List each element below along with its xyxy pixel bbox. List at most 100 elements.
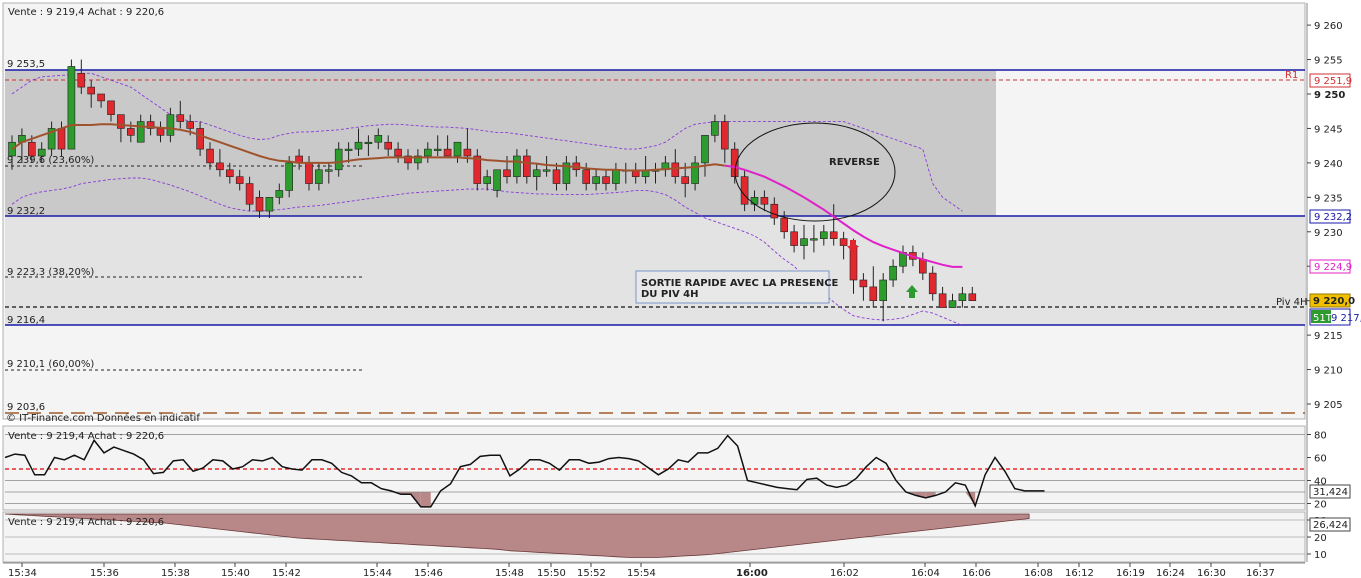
ma-price: 9 224,9	[1314, 262, 1352, 273]
candle-body	[958, 293, 967, 301]
lower-price: 9 217,1	[1331, 313, 1361, 324]
r1-price: 9 251,9	[1314, 76, 1352, 87]
rsi-value: 31,424	[1313, 487, 1348, 498]
x-tick-label: 16:37	[1246, 568, 1275, 578]
candle-body	[671, 162, 680, 177]
level-label: 9 223,3 (38,20%)	[7, 267, 94, 278]
rsi-tick-label: 80	[1314, 431, 1327, 442]
candle-body	[483, 176, 492, 184]
candle-body	[552, 169, 561, 184]
candle-body	[97, 93, 105, 102]
candle-body	[819, 231, 828, 239]
y-tick-label: 9 240	[1314, 159, 1343, 170]
sortie-note-line1: SORTIE RAPIDE AVEC LA PRESENCE	[641, 278, 839, 289]
candle-body	[463, 148, 472, 157]
candle-body	[790, 231, 798, 246]
candle-body	[127, 128, 135, 136]
last-price: 9 220,0	[1313, 296, 1355, 307]
rsi-pane	[2, 425, 1306, 511]
x-tick-label: 15:38	[161, 568, 190, 578]
level-label: 9 239,6 (23,60%)	[7, 155, 94, 166]
candle-body	[829, 231, 838, 239]
candle-body	[503, 169, 511, 177]
x-tick-label: 16:02	[830, 568, 859, 578]
x-tick-label: 15:52	[577, 568, 606, 578]
y-tick-label: 9 215	[1314, 331, 1343, 342]
candle-body	[582, 169, 591, 184]
rsi-quote: Vente : 9 219,4 Achat : 9 220,6	[8, 431, 164, 442]
x-tick-label: 16:30	[1197, 568, 1226, 578]
y-tick-label: 9 250	[1314, 90, 1345, 101]
candle-body	[77, 73, 86, 88]
candle-body	[453, 141, 462, 157]
x-tick-label: 15:42	[272, 568, 301, 578]
candle-body	[839, 238, 848, 246]
level-label: 9 253,5	[7, 59, 45, 70]
upper-price: 9 232,2	[1314, 212, 1352, 223]
candle-body	[107, 100, 115, 115]
candle-body	[859, 279, 868, 288]
x-tick-label: 16:08	[1024, 568, 1053, 578]
candle-body	[176, 114, 185, 122]
candle-body	[324, 169, 333, 172]
y-tick-label: 9 260	[1314, 21, 1343, 32]
level-label: 9 232,2	[7, 206, 45, 217]
oscillator-quote: Vente : 9 219,4 Achat : 9 220,6	[8, 517, 164, 528]
x-tick-label: 16:19	[1116, 568, 1145, 578]
candle-body	[869, 286, 878, 301]
candle-body	[206, 148, 214, 164]
trading-chart: 9 2609 2559 2509 2459 2409 2359 2309 225…	[2, 2, 1361, 578]
candle-body	[701, 135, 709, 164]
candle-body	[364, 141, 373, 145]
candle-body	[305, 162, 313, 184]
candle-body	[354, 141, 363, 150]
candle-body	[542, 169, 551, 172]
y-tick-label: 9 255	[1314, 56, 1343, 67]
tick-count: 51T	[1313, 313, 1333, 324]
sortie-note-line2: DU PIV 4H	[641, 289, 699, 300]
rsi-tick-label: 60	[1314, 454, 1327, 465]
candle-body	[879, 279, 888, 301]
rsi-tick-label: 20	[1314, 500, 1327, 511]
candle-body	[740, 176, 749, 205]
candle-body	[513, 155, 521, 177]
candle-body	[780, 217, 789, 233]
candle-body	[156, 128, 165, 136]
candle-body	[394, 148, 402, 157]
x-tick-label: 15:54	[627, 568, 656, 578]
candle-body	[711, 121, 719, 136]
osc-tick-label: 10	[1314, 550, 1327, 561]
y-tick-label: 9 235	[1314, 193, 1343, 204]
rsi-oversold-fill	[420, 492, 431, 507]
y-tick-label: 9 210	[1314, 366, 1343, 377]
candle-body	[760, 197, 769, 205]
level-label: 9 210,1 (60,00%)	[7, 359, 94, 370]
candle-body	[423, 148, 432, 157]
candle-body	[810, 238, 818, 241]
osc-tick-label: 20	[1314, 533, 1327, 544]
candle-body	[117, 114, 125, 129]
candle-body	[87, 86, 95, 95]
candle-body	[602, 176, 610, 184]
candle-body	[681, 176, 690, 184]
candle-body	[27, 141, 36, 157]
candle-body	[315, 169, 323, 184]
x-tick-label: 16:06	[962, 568, 991, 578]
candle-body	[968, 293, 977, 301]
candle-body	[770, 203, 779, 219]
x-tick-label: 16:00	[736, 568, 768, 578]
candle-body	[8, 141, 16, 157]
candle-body	[443, 148, 452, 157]
credit-text: © IT-Finance.com Données en indicatif	[6, 412, 200, 424]
reverse-label: REVERSE	[829, 157, 880, 168]
candle-body	[918, 259, 927, 274]
x-tick-label: 16:12	[1065, 568, 1094, 578]
candle-body	[196, 128, 204, 150]
candle-body	[532, 169, 541, 177]
candle-body	[473, 155, 482, 184]
candle-body	[374, 135, 383, 143]
main-quote: Vente : 9 219,4 Achat : 9 220,6	[8, 7, 164, 18]
x-tick-label: 15:46	[414, 568, 443, 578]
candle-body	[265, 197, 274, 212]
candle-body	[285, 162, 294, 191]
